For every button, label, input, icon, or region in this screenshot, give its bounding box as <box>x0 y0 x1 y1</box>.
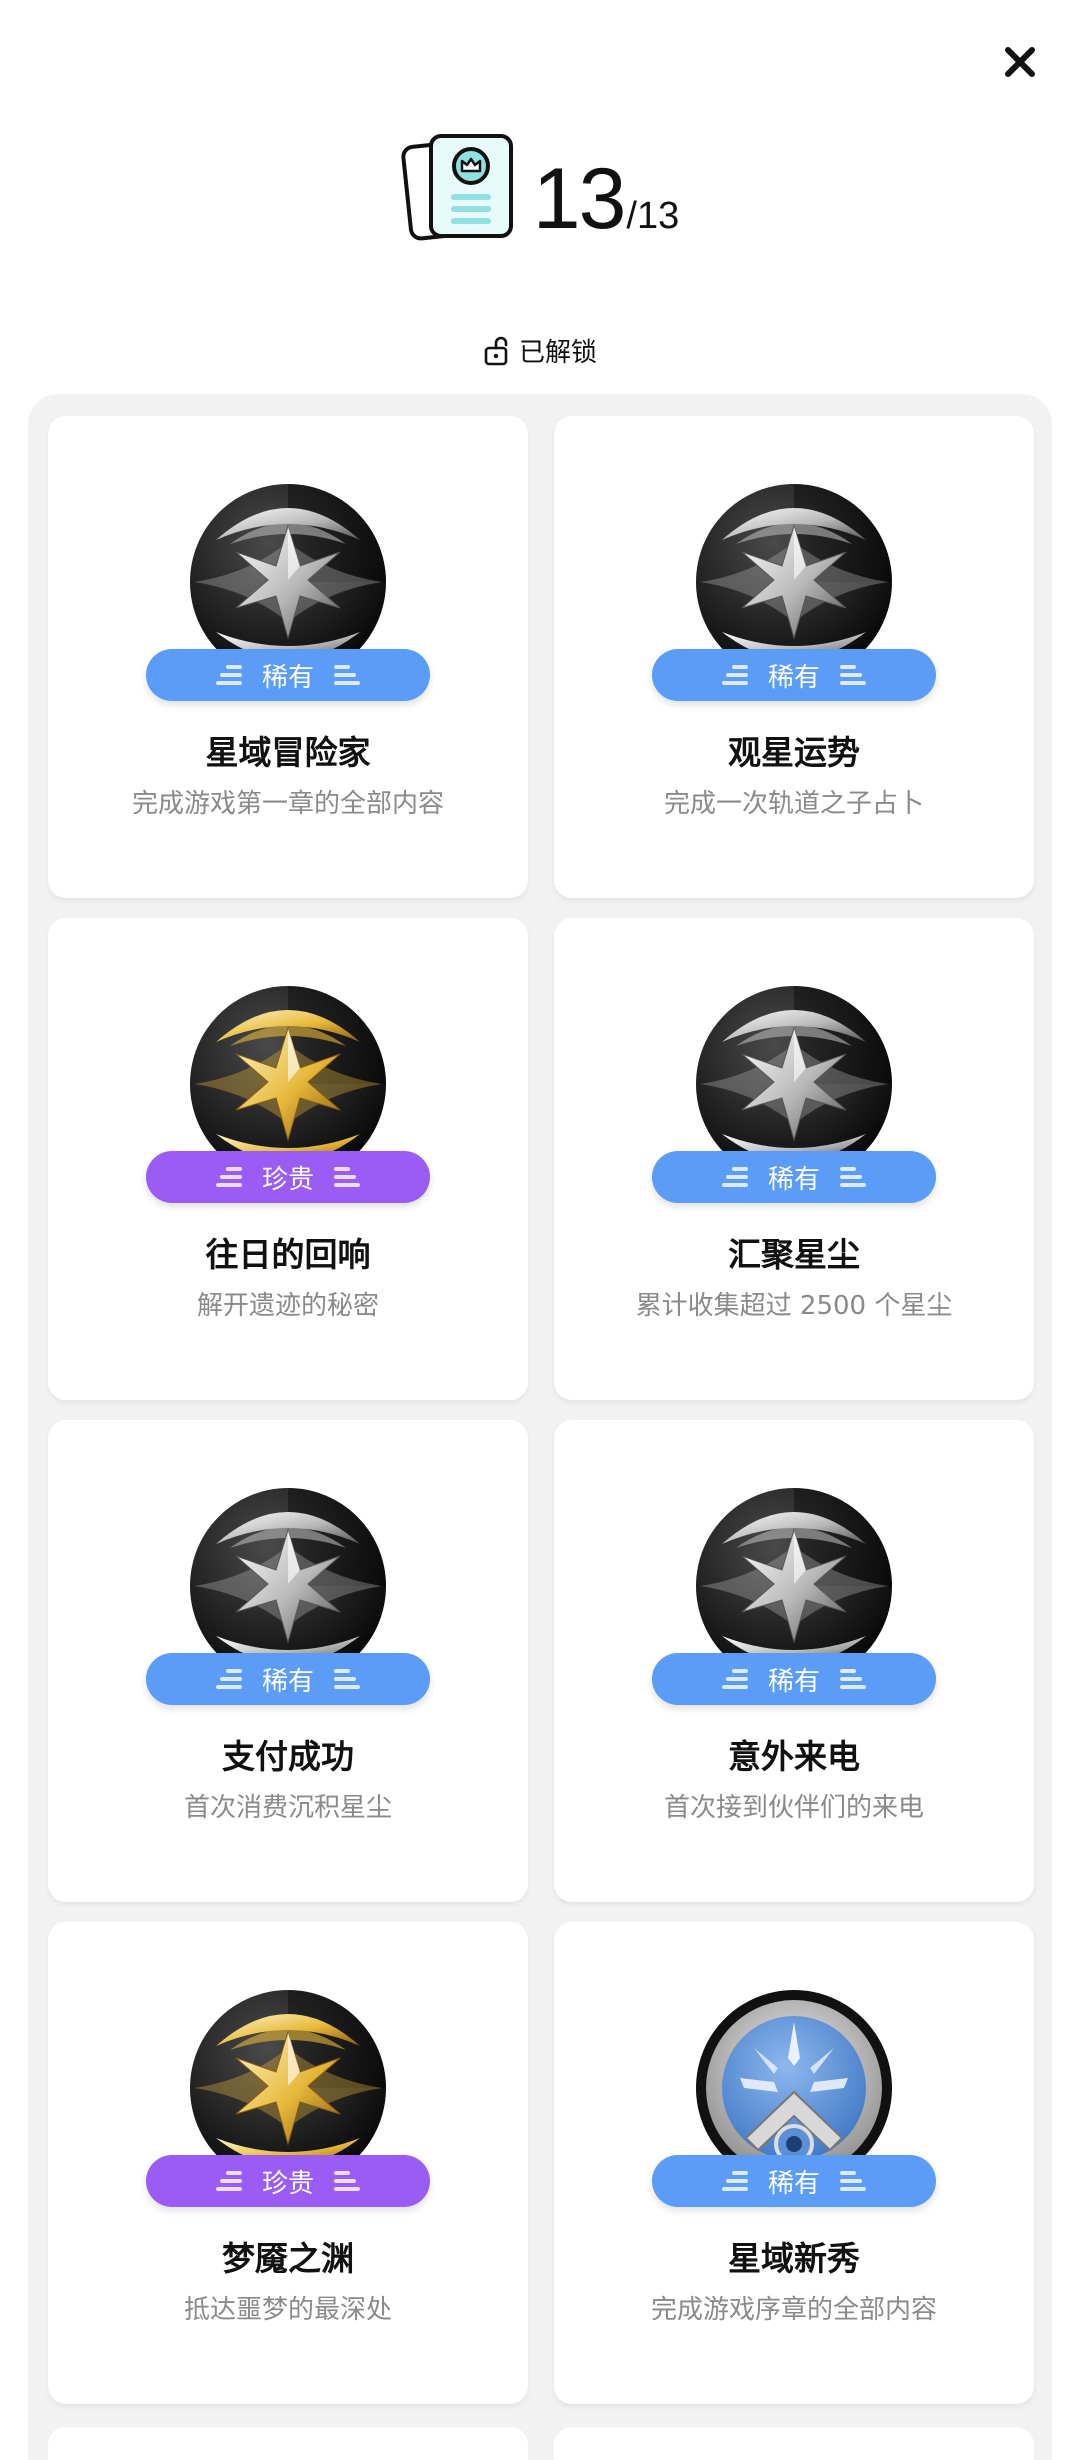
achievement-card[interactable]: 珍贵 梦魇之渊 抵达噩梦的最深处 <box>48 1922 528 2404</box>
stripes-left-icon <box>215 1167 242 1187</box>
achievement-description: 完成游戏序章的全部内容 <box>650 2295 937 2325</box>
stripes-right-icon <box>840 1669 866 1689</box>
achievement-card[interactable]: 稀有 星域新秀 完成游戏序章的全部内容 <box>554 1922 1034 2404</box>
stripes-right-icon <box>334 1669 360 1689</box>
stripes-right-icon <box>840 2171 866 2191</box>
stripes-left-icon <box>215 2171 242 2191</box>
achievement-title: 观星运势 <box>728 733 860 772</box>
rarity-badge: 稀有 <box>652 1653 936 1705</box>
rarity-label: 珍贵 <box>261 1164 314 1195</box>
achievement-card[interactable]: 珍贵 往日的回响 解开遗迹的秘密 <box>48 918 528 1400</box>
rarity-badge: 稀有 <box>652 649 936 701</box>
stripes-right-icon <box>334 665 360 685</box>
stripes-right-icon <box>334 1167 360 1187</box>
achievement-cards-icon <box>401 134 513 241</box>
stripes-left-icon <box>215 665 242 685</box>
rarity-badge: 稀有 <box>146 649 430 701</box>
unlocked-label: 已解锁 <box>518 338 597 368</box>
stripes-left-icon <box>721 1167 748 1187</box>
achievement-description: 抵达噩梦的最深处 <box>183 2295 392 2325</box>
achievement-grid: 稀有 星域冒险家 完成游戏第一章的全部内容 稀有 观星运势 完成一次轨道之子占卜… <box>48 416 1034 2404</box>
stripes-left-icon <box>721 1669 748 1689</box>
rarity-label: 稀有 <box>767 1666 820 1697</box>
achievement-card[interactable]: 稀有 星域冒险家 完成游戏第一章的全部内容 <box>48 416 528 898</box>
achievement-title: 支付成功 <box>222 1737 354 1776</box>
rarity-label: 稀有 <box>767 2168 820 2199</box>
rarity-label: 稀有 <box>767 662 820 693</box>
achievement-description: 首次接到伙伴们的来电 <box>663 1793 924 1823</box>
stripes-right-icon <box>334 2171 360 2191</box>
close-button[interactable] <box>996 38 1044 86</box>
achievement-card-partial[interactable] <box>48 2427 528 2460</box>
rarity-badge: 珍贵 <box>146 2155 430 2207</box>
rarity-badge: 珍贵 <box>146 1151 430 1203</box>
rarity-label: 稀有 <box>767 1164 820 1195</box>
rarity-badge: 稀有 <box>652 1151 936 1203</box>
achievement-card[interactable]: 稀有 意外来电 首次接到伙伴们的来电 <box>554 1420 1034 1902</box>
achievement-title: 汇聚星尘 <box>728 1235 860 1274</box>
achievement-card[interactable]: 稀有 观星运势 完成一次轨道之子占卜 <box>554 416 1034 898</box>
stripes-right-icon <box>840 1167 866 1187</box>
achievement-title: 星域冒险家 <box>205 733 371 772</box>
achievement-title: 星域新秀 <box>728 2239 860 2278</box>
achievement-title: 意外来电 <box>728 1737 860 1776</box>
achievement-card[interactable]: 稀有 支付成功 首次消费沉积星尘 <box>48 1420 528 1902</box>
rarity-label: 稀有 <box>261 662 314 693</box>
unlocked-filter[interactable]: 已解锁 <box>0 332 1080 369</box>
achievement-description: 完成一次轨道之子占卜 <box>663 789 924 819</box>
achievement-description: 完成游戏第一章的全部内容 <box>131 789 444 819</box>
unlock-icon <box>484 336 508 365</box>
close-icon <box>1005 47 1035 77</box>
achievement-title: 往日的回响 <box>205 1235 371 1274</box>
achievement-description: 解开遗迹的秘密 <box>196 1291 379 1321</box>
achievement-card-partial[interactable] <box>554 2427 1034 2460</box>
achievement-title: 梦魇之渊 <box>222 2239 354 2278</box>
achievements-page: 13 /13 已解锁 稀有 星域冒险家 完成游戏第一章的全部内容 稀有 观星运势… <box>0 0 1080 2460</box>
stripes-left-icon <box>215 1669 242 1689</box>
stripes-left-icon <box>721 665 748 685</box>
achievement-description: 首次消费沉积星尘 <box>183 1793 392 1823</box>
rarity-badge: 稀有 <box>146 1653 430 1705</box>
rarity-label: 珍贵 <box>261 2168 314 2199</box>
rarity-badge: 稀有 <box>652 2155 936 2207</box>
achievement-card[interactable]: 稀有 汇聚星尘 累计收集超过 2500 个星尘 <box>554 918 1034 1400</box>
rarity-label: 稀有 <box>261 1666 314 1697</box>
achievement-description: 累计收集超过 2500 个星尘 <box>635 1291 953 1321</box>
achievement-counter: 13 /13 <box>0 130 1080 242</box>
stripes-right-icon <box>840 665 866 685</box>
total-count: /13 <box>626 195 680 237</box>
unlocked-count: 13 <box>532 151 627 247</box>
stripes-left-icon <box>721 2171 748 2191</box>
